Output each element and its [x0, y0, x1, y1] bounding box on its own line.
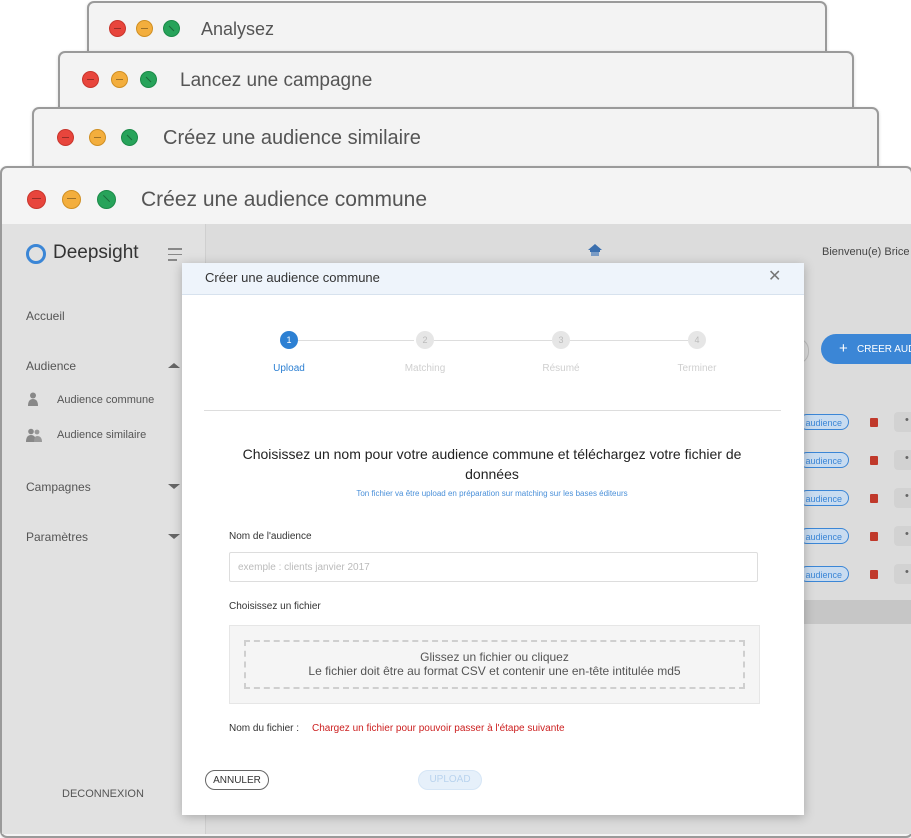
more-icon[interactable]	[894, 450, 911, 470]
dropzone[interactable]: Glissez un fichier ou cliquez Le fichier…	[229, 625, 760, 704]
close-window-icon[interactable]	[57, 129, 74, 146]
logo-icon	[26, 244, 46, 264]
file-name-label: Nom du fichier :	[229, 723, 300, 734]
sidebar-item-campagnes[interactable]: Campagnes	[26, 480, 91, 494]
step-1-label: Upload	[273, 363, 305, 374]
chevron-up-icon[interactable]	[168, 363, 180, 368]
step-3-label: Résumé	[542, 363, 580, 374]
row-audience-pill[interactable]: audience	[799, 566, 849, 582]
trash-icon[interactable]	[870, 418, 878, 427]
close-window-icon[interactable]	[27, 190, 46, 209]
close-window-icon[interactable]	[109, 20, 126, 37]
minimize-window-icon[interactable]	[89, 129, 106, 146]
window-title: Analysez	[201, 19, 275, 39]
upload-button[interactable]: UPLOAD	[418, 770, 482, 790]
sidebar-item-accueil[interactable]: Accueil	[26, 309, 65, 323]
chevron-down-icon[interactable]	[168, 484, 180, 489]
brand-name: Deepsight	[53, 242, 139, 263]
trash-icon[interactable]	[870, 456, 878, 465]
more-icon[interactable]	[894, 526, 911, 546]
minimize-window-icon[interactable]	[62, 190, 81, 209]
row-audience-pill[interactable]: audience	[799, 452, 849, 468]
plus-icon: +	[839, 340, 848, 357]
file-choose-label: Choisissez un fichier	[229, 601, 321, 612]
user-icon	[28, 392, 38, 406]
audience-name-input[interactable]	[229, 552, 758, 582]
step-2-label: Matching	[404, 363, 446, 374]
sidebar-item-audience-similaire[interactable]: Audience similaire	[57, 429, 146, 441]
logout-link[interactable]: DECONNEXION	[62, 788, 144, 800]
maximize-window-icon[interactable]	[140, 71, 157, 88]
chevron-down-icon[interactable]	[168, 534, 180, 539]
close-icon[interactable]: ✕	[768, 269, 781, 285]
trash-icon[interactable]	[870, 532, 878, 541]
minimize-window-icon[interactable]	[111, 71, 128, 88]
trash-icon[interactable]	[870, 494, 878, 503]
create-audience-modal: Créer une audience commune ✕ 1 2 3 4 Upl…	[182, 263, 804, 815]
modal-heading: Choisissez un nom pour votre audience co…	[242, 446, 742, 482]
close-window-icon[interactable]	[82, 71, 99, 88]
more-icon[interactable]	[894, 488, 911, 508]
more-icon[interactable]	[894, 412, 911, 432]
menu-icon[interactable]	[168, 248, 182, 265]
dropzone-hint: Le fichier doit être au format CSV et co…	[308, 664, 681, 678]
row-audience-pill[interactable]: audience	[799, 414, 849, 430]
sidebar-item-audience[interactable]: Audience	[26, 359, 76, 373]
file-error-message: Chargez un fichier pour pouvoir passer à…	[312, 723, 565, 734]
dropzone-area[interactable]: Glissez un fichier ou cliquez Le fichier…	[244, 640, 745, 689]
create-audience-button[interactable]: + CREER AUDI	[821, 334, 911, 364]
audience-name-label: Nom de l'audience	[229, 531, 312, 542]
maximize-window-icon[interactable]	[97, 190, 116, 209]
sidebar: Deepsight Accueil Audience Audience comm…	[2, 224, 206, 834]
step-4-label: Terminer	[677, 363, 717, 374]
minimize-window-icon[interactable]	[136, 20, 153, 37]
step-connector	[434, 340, 552, 341]
window-title: Lancez une campagne	[180, 70, 373, 91]
sidebar-item-audience-commune[interactable]: Audience commune	[57, 394, 154, 406]
modal-title: Créer une audience commune	[205, 270, 380, 285]
sidebar-item-parametres[interactable]: Paramètres	[26, 530, 88, 544]
home-icon[interactable]	[587, 242, 603, 258]
step-1-indicator: 1	[280, 331, 298, 349]
modal-header: Créer une audience commune ✕	[182, 263, 804, 295]
step-2-indicator: 2	[416, 331, 434, 349]
users-icon	[26, 428, 42, 442]
step-4-indicator: 4	[688, 331, 706, 349]
maximize-window-icon[interactable]	[121, 129, 138, 146]
window-title: Créez une audience commune	[141, 188, 428, 211]
row-audience-pill[interactable]: audience	[799, 490, 849, 506]
cancel-button[interactable]: ANNULER	[205, 770, 269, 790]
more-icon[interactable]	[894, 564, 911, 584]
welcome-text: Bienvenu(e) Brice	[822, 246, 910, 258]
maximize-window-icon[interactable]	[163, 20, 180, 37]
trash-icon[interactable]	[870, 570, 878, 579]
step-3-indicator: 3	[552, 331, 570, 349]
step-connector	[570, 340, 688, 341]
step-connector	[298, 340, 414, 341]
window-title: Créez une audience similaire	[163, 127, 421, 149]
dropzone-text: Glissez un fichier ou cliquez	[420, 650, 569, 664]
row-audience-pill[interactable]: audience	[799, 528, 849, 544]
modal-subheading: Ton fichier va être upload en préparatio…	[356, 489, 628, 498]
divider	[204, 410, 781, 411]
